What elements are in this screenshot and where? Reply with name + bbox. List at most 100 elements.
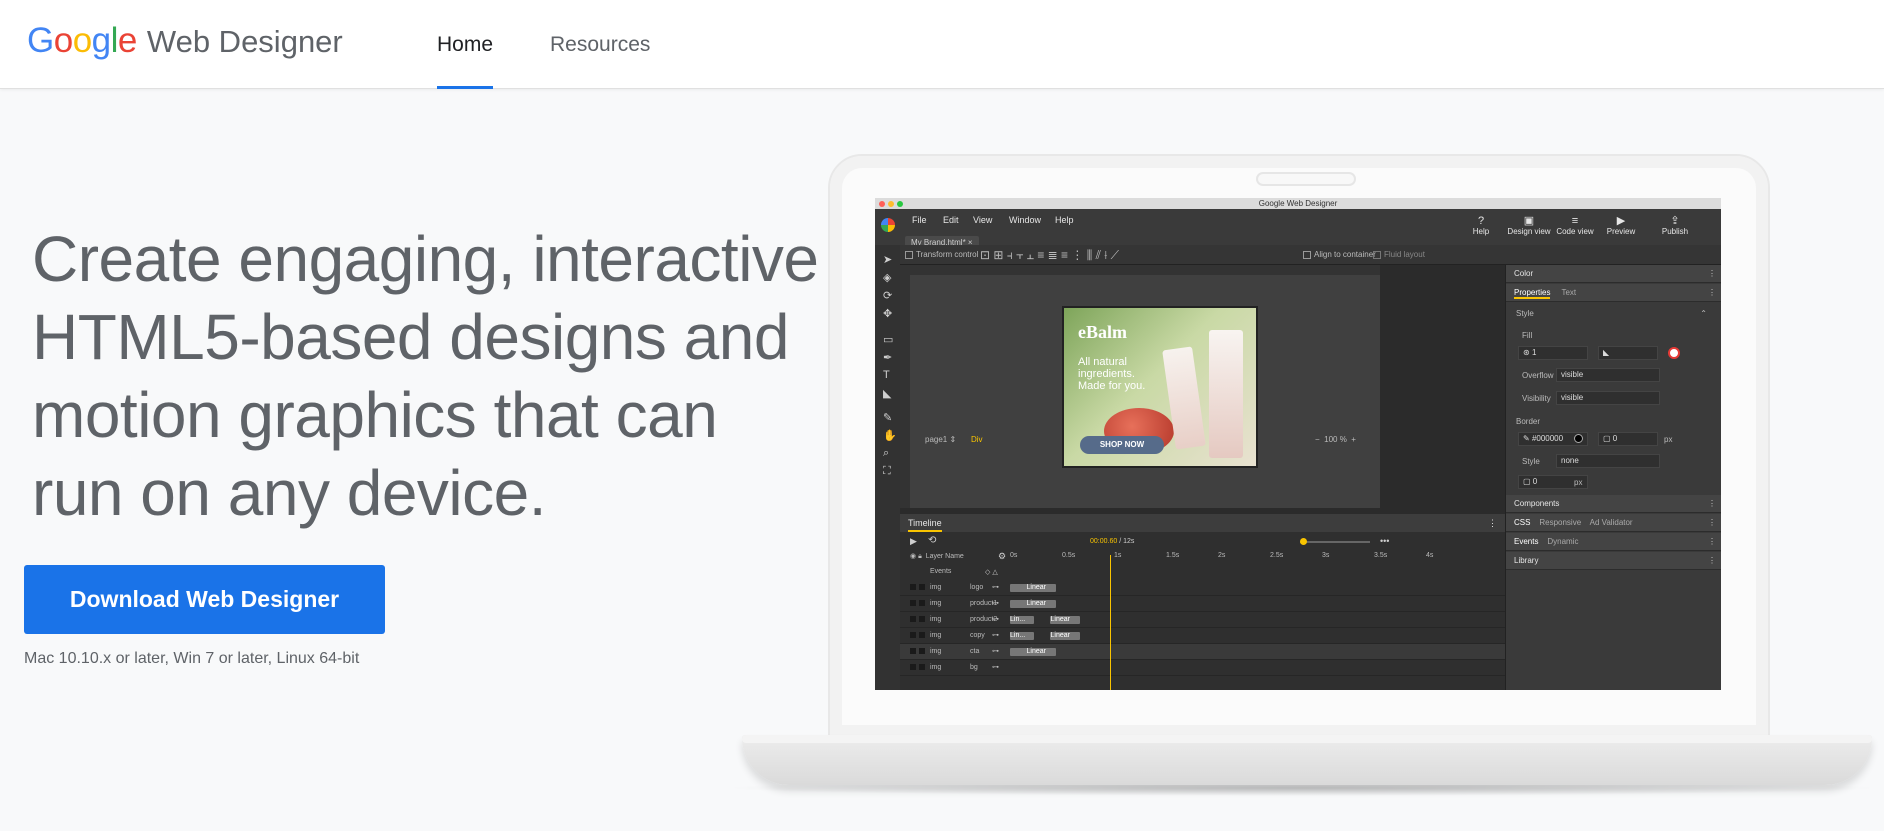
- settings-gear-icon[interactable]: ⚙: [998, 551, 1006, 562]
- fluid-layout-checkbox[interactable]: [1373, 251, 1381, 259]
- tab-events[interactable]: Events: [1514, 537, 1538, 546]
- loop-icon[interactable]: ⟲: [928, 535, 936, 546]
- layer-visibility-toggle[interactable]: [910, 664, 916, 670]
- layer-lock-toggle[interactable]: [919, 632, 925, 638]
- layer-lock-toggle[interactable]: [919, 664, 925, 670]
- animation-span[interactable]: Linear: [1050, 616, 1080, 624]
- animation-span[interactable]: Linear: [1050, 632, 1080, 640]
- menu-help[interactable]: Help: [1055, 215, 1074, 225]
- shape-tool-icon[interactable]: ▭: [883, 333, 893, 346]
- translation-tool-icon[interactable]: ✥: [883, 307, 892, 320]
- google-web-designer-logo[interactable]: Google Web Designer: [27, 21, 343, 61]
- animation-span[interactable]: Linear: [1010, 600, 1056, 608]
- overflow-select[interactable]: visible: [1556, 368, 1660, 382]
- menu-file[interactable]: File: [912, 215, 927, 225]
- ad-creative[interactable]: eBalm All natural ingredients. Made for …: [1062, 306, 1258, 468]
- lock-icon[interactable]: 🔒︎: [918, 553, 922, 560]
- layer-lock-toggle[interactable]: [919, 584, 925, 590]
- properties-menu-icon[interactable]: ⋮: [1708, 284, 1716, 302]
- animation-mode-icon[interactable]: ⊶: [992, 631, 999, 639]
- css-menu-icon[interactable]: ⋮: [1708, 514, 1716, 532]
- layer-visibility-toggle[interactable]: [910, 584, 916, 590]
- playhead[interactable]: [1110, 555, 1111, 690]
- slider-handle[interactable]: [1300, 538, 1307, 545]
- timeline-menu-icon[interactable]: ⋮: [1488, 514, 1497, 532]
- text-tool-icon[interactable]: T: [883, 369, 890, 381]
- components-section-header[interactable]: Components ⋮: [1506, 495, 1721, 513]
- animation-mode-icon[interactable]: ⊶: [992, 599, 999, 607]
- layer-visibility-toggle[interactable]: [910, 648, 916, 654]
- layer-visibility-toggle[interactable]: [910, 616, 916, 622]
- animation-span[interactable]: Linear: [1010, 584, 1056, 592]
- border-width-field[interactable]: ▢ 0: [1598, 432, 1658, 446]
- animation-span[interactable]: Lin...: [1010, 616, 1034, 624]
- layer-lock-toggle[interactable]: [919, 600, 925, 606]
- page-selector[interactable]: page1 ⇕: [925, 435, 956, 444]
- timeline-layer-row[interactable]: img product2 ⊶ Lin... Linear: [900, 612, 1505, 628]
- tab-dynamic[interactable]: Dynamic: [1547, 537, 1578, 546]
- animation-span[interactable]: Lin...: [1010, 632, 1034, 640]
- timeline-zoom-slider[interactable]: [1300, 538, 1370, 545]
- ad-cta-button[interactable]: SHOP NOW: [1080, 436, 1164, 454]
- animation-span[interactable]: Linear: [1010, 648, 1056, 656]
- layer-visibility-toggle[interactable]: [910, 632, 916, 638]
- element-breadcrumb[interactable]: Div: [971, 435, 983, 444]
- code-view-button[interactable]: ≡ Code view: [1553, 215, 1597, 236]
- fit-screen-icon[interactable]: ⛶: [883, 465, 891, 478]
- publish-button[interactable]: ⇪ Publish: [1653, 215, 1697, 236]
- align-to-container-checkbox[interactable]: [1303, 251, 1311, 259]
- zoom-tool-icon[interactable]: ⌕: [883, 447, 889, 460]
- color-menu-icon[interactable]: ⋮: [1708, 265, 1716, 283]
- more-icon[interactable]: •••: [1380, 536, 1389, 546]
- timeline-layer-row[interactable]: img copy ⊶ Lin... Linear: [900, 628, 1505, 644]
- play-icon[interactable]: ▶: [910, 536, 917, 547]
- download-button[interactable]: Download Web Designer: [24, 565, 385, 634]
- timeline-ruler[interactable]: 0s 0.5s 1s 1.5s 2s 2.5s 3s 3.5s 4s: [1010, 552, 1505, 562]
- library-section-header[interactable]: Library ⋮: [1506, 552, 1721, 570]
- help-button[interactable]: ? Help: [1459, 215, 1503, 236]
- hand-tool-icon[interactable]: ✋: [883, 429, 897, 442]
- zoom-level[interactable]: − 100 % +: [1315, 435, 1356, 444]
- add-event-icon[interactable]: ◇ △: [985, 568, 998, 576]
- color-picker-icon[interactable]: ✎: [883, 411, 892, 424]
- zoom-in-icon[interactable]: +: [1351, 435, 1356, 444]
- animation-mode-icon[interactable]: ⊶: [992, 583, 999, 591]
- timeline-layer-row[interactable]: img product1 ⊶ Linear: [900, 596, 1505, 612]
- align-tools-icon[interactable]: ⊡ ⊞ ⫞ ⫟ ⫠ ≡ ≣ ≡ ⋮ ⫼ ⫽ ⟊ ⟋: [980, 248, 1119, 263]
- menu-edit[interactable]: Edit: [943, 215, 959, 225]
- zoom-out-icon[interactable]: −: [1315, 435, 1320, 444]
- fill-type-field[interactable]: ◣: [1598, 346, 1658, 360]
- layer-visibility-toggle[interactable]: [910, 600, 916, 606]
- color-section-header[interactable]: Color ⋮: [1506, 265, 1721, 283]
- preview-button[interactable]: ▶ Preview: [1599, 215, 1643, 236]
- layer-lock-toggle[interactable]: [919, 616, 925, 622]
- eye-icon[interactable]: ◉: [910, 553, 916, 560]
- eraser-tool-icon[interactable]: ◈: [883, 271, 891, 284]
- collapse-icon[interactable]: ⌃: [1700, 309, 1707, 318]
- animation-mode-icon[interactable]: ⊶: [992, 615, 999, 623]
- no-fill-swatch[interactable]: [1668, 347, 1680, 359]
- timeline-layer-row[interactable]: img bg ⊶: [900, 660, 1505, 676]
- tab-ad-validator[interactable]: Ad Validator: [1590, 518, 1633, 527]
- timeline-layer-row[interactable]: img logo ⊶ Linear: [900, 580, 1505, 596]
- fill-opacity-field[interactable]: ⊛ 1: [1518, 346, 1588, 360]
- components-menu-icon[interactable]: ⋮: [1708, 495, 1716, 513]
- tab-home[interactable]: Home: [437, 0, 494, 89]
- events-menu-icon[interactable]: ⋮: [1708, 533, 1716, 551]
- animation-mode-icon[interactable]: ⊶: [992, 663, 999, 671]
- visibility-select[interactable]: visible: [1556, 391, 1660, 405]
- animation-mode-icon[interactable]: ⊶: [992, 647, 999, 655]
- library-menu-icon[interactable]: ⋮: [1708, 552, 1716, 570]
- tab-properties[interactable]: Properties: [1514, 288, 1551, 299]
- transform-control-checkbox[interactable]: [905, 251, 913, 259]
- border-style-select[interactable]: none: [1556, 454, 1660, 468]
- pen-tool-icon[interactable]: ✒: [883, 351, 892, 364]
- tab-responsive[interactable]: Responsive: [1539, 518, 1581, 527]
- design-canvas[interactable]: eBalm All natural ingredients. Made for …: [900, 265, 1380, 571]
- tab-text[interactable]: Text: [1561, 288, 1576, 297]
- tab-css[interactable]: CSS: [1514, 518, 1530, 527]
- fill-tool-icon[interactable]: ◣: [883, 387, 891, 400]
- menu-view[interactable]: View: [973, 215, 992, 225]
- selection-tool-icon[interactable]: ➤: [883, 253, 892, 266]
- timeline-layer-row[interactable]: img cta ⊶ Linear: [900, 644, 1505, 660]
